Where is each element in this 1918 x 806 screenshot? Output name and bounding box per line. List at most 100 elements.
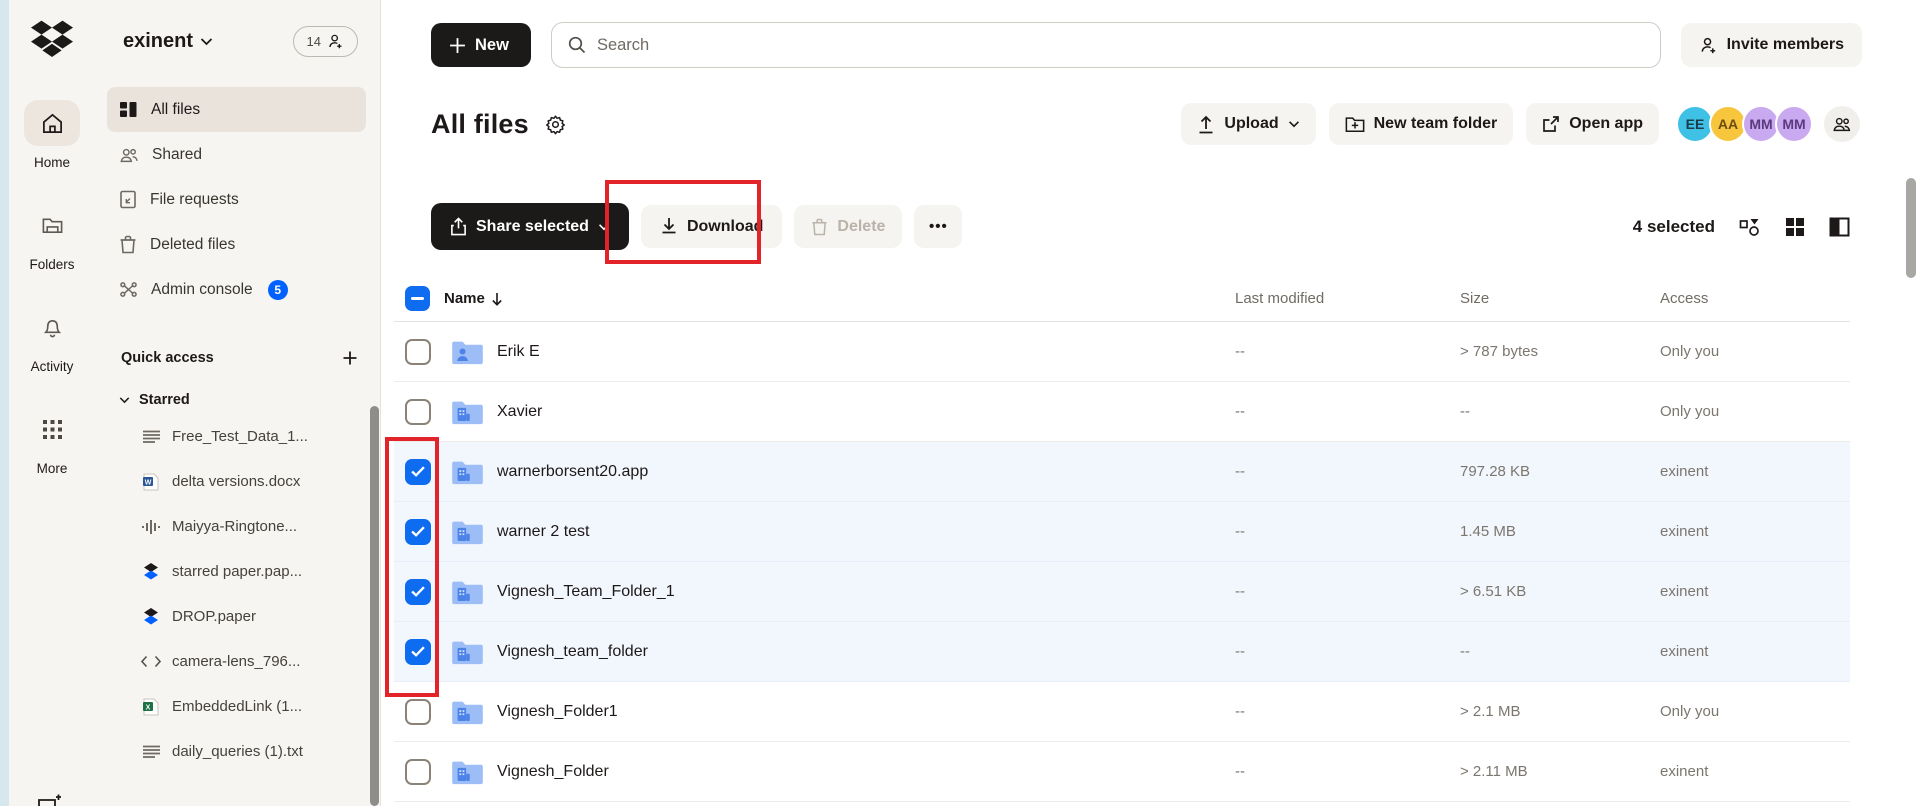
file-row[interactable]: warnerborsent20.app -- 797.28 KB exinent bbox=[394, 442, 1850, 502]
plus-icon bbox=[450, 37, 465, 53]
member-count-badge[interactable]: 14 bbox=[292, 26, 358, 57]
admin-console-badge: 5 bbox=[267, 279, 288, 300]
sidebar-item-label: Shared bbox=[152, 145, 202, 163]
upload-button[interactable]: Upload bbox=[1181, 103, 1316, 145]
starred-item-label: delta versions.docx bbox=[172, 473, 301, 490]
row-checkbox[interactable] bbox=[405, 518, 431, 545]
sort-arrow-down-icon bbox=[492, 292, 502, 306]
word-doc-icon: W bbox=[141, 473, 161, 491]
open-app-button[interactable]: Open app bbox=[1526, 103, 1659, 145]
starred-item[interactable]: Free_Test_Data_1... bbox=[95, 414, 380, 459]
row-checkbox[interactable] bbox=[405, 698, 431, 725]
chevron-down-icon bbox=[200, 38, 213, 46]
file-size: > 2.1 MB bbox=[1460, 703, 1521, 720]
file-name[interactable]: Vignesh_team_folder bbox=[494, 643, 1235, 661]
file-name[interactable]: Vignesh_Folder1 bbox=[494, 703, 1235, 721]
file-row[interactable]: Vignesh_Team_Folder_1 -- > 6.51 KB exine… bbox=[394, 562, 1850, 622]
add-quick-access-icon[interactable] bbox=[342, 350, 358, 366]
file-row[interactable]: Vignesh_Folder1 -- > 2.1 MB Only you bbox=[394, 682, 1850, 742]
row-checkbox[interactable] bbox=[405, 758, 431, 785]
quick-access-heading: Quick access bbox=[121, 350, 214, 366]
chevron-down-icon bbox=[119, 397, 130, 404]
sidebar-item-all-files[interactable]: All files bbox=[107, 87, 366, 132]
file-access: exinent bbox=[1660, 583, 1709, 600]
select-all-checkbox[interactable] bbox=[405, 286, 430, 311]
sidebar-item-label: All files bbox=[151, 100, 201, 118]
ellipsis-icon: ••• bbox=[929, 218, 948, 235]
column-header-name[interactable]: Name bbox=[438, 290, 1235, 307]
sidebar-item-shared[interactable]: Shared bbox=[107, 132, 366, 177]
workspace-switcher[interactable]: exinent bbox=[123, 30, 213, 53]
search-bar[interactable] bbox=[550, 22, 1661, 68]
delete-button[interactable]: Delete bbox=[794, 205, 903, 248]
share-selected-button[interactable]: Share selected bbox=[431, 203, 629, 250]
starred-item[interactable]: starred paper.pap... bbox=[95, 549, 380, 594]
folder-plus-icon bbox=[1345, 117, 1365, 133]
search-input[interactable] bbox=[596, 35, 1644, 55]
column-header-size[interactable]: Size bbox=[1460, 290, 1660, 307]
file-name[interactable]: Xavier bbox=[494, 403, 1235, 421]
rail-item-home[interactable]: Home bbox=[24, 100, 80, 170]
more-grid-icon bbox=[24, 406, 80, 452]
selected-count: 4 selected bbox=[1632, 216, 1715, 236]
rail-item-activity[interactable]: Activity bbox=[24, 304, 80, 374]
starred-item-label: camera-lens_796... bbox=[172, 653, 301, 670]
starred-item-label: Maiyya-Ringtone... bbox=[172, 518, 298, 535]
file-name[interactable]: Vignesh_Folder bbox=[494, 763, 1235, 781]
new-button[interactable]: New bbox=[431, 23, 531, 67]
invite-members-button[interactable]: Invite members bbox=[1680, 23, 1862, 67]
row-checkbox[interactable] bbox=[405, 458, 431, 485]
file-row[interactable]: Vignesh_Folder -- > 2.11 MB exinent bbox=[394, 742, 1850, 802]
starred-item[interactable]: X EmbeddedLink (1... bbox=[95, 684, 380, 729]
starred-item[interactable]: DROP.paper bbox=[95, 594, 380, 639]
trash-icon bbox=[120, 235, 136, 254]
file-name[interactable]: Vignesh_Team_Folder_1 bbox=[494, 583, 1235, 601]
more-actions-button[interactable]: ••• bbox=[914, 205, 963, 248]
sidebar-item-file-requests[interactable]: File requests bbox=[107, 177, 366, 222]
file-name[interactable]: warner 2 test bbox=[494, 523, 1235, 541]
sidebar-item-admin-console[interactable]: Admin console 5 bbox=[107, 267, 366, 312]
excel-file-icon: X bbox=[141, 698, 161, 716]
row-checkbox[interactable] bbox=[405, 338, 431, 365]
dropbox-logo[interactable] bbox=[31, 20, 73, 58]
download-button[interactable]: Download bbox=[640, 205, 783, 248]
avatar-stack: EE AA MM MM bbox=[1676, 105, 1813, 143]
table-body: Erik E -- > 787 bytes Only you Xavier --… bbox=[394, 322, 1850, 802]
admin-console-icon bbox=[120, 282, 137, 297]
team-folder-icon bbox=[451, 578, 494, 605]
manage-members-button[interactable] bbox=[1822, 104, 1862, 144]
avatar[interactable]: MM bbox=[1775, 105, 1813, 143]
split-view-icon[interactable] bbox=[1829, 217, 1850, 237]
file-name[interactable]: warnerborsent20.app bbox=[494, 463, 1235, 481]
column-header-access[interactable]: Access bbox=[1660, 290, 1850, 307]
sort-options-icon[interactable] bbox=[1739, 216, 1761, 237]
starred-item[interactable]: Maiyya-Ringtone... bbox=[95, 504, 380, 549]
main-scrollbar[interactable] bbox=[1906, 178, 1916, 278]
collapsed-tool-icon[interactable] bbox=[37, 792, 63, 806]
upload-icon bbox=[1199, 115, 1213, 133]
file-name[interactable]: Erik E bbox=[494, 343, 1235, 361]
file-last-modified: -- bbox=[1235, 523, 1245, 540]
new-team-folder-button[interactable]: New team folder bbox=[1328, 103, 1514, 145]
row-checkbox[interactable] bbox=[405, 578, 431, 605]
rail-item-folders[interactable]: Folders bbox=[24, 202, 80, 272]
sidebar-scrollbar[interactable] bbox=[370, 406, 379, 806]
starred-item[interactable]: camera-lens_796... bbox=[95, 639, 380, 684]
file-row[interactable]: warner 2 test -- 1.45 MB exinent bbox=[394, 502, 1850, 562]
gear-icon[interactable] bbox=[545, 114, 566, 135]
file-row[interactable]: Erik E -- > 787 bytes Only you bbox=[394, 322, 1850, 382]
row-checkbox[interactable] bbox=[405, 638, 431, 665]
row-checkbox[interactable] bbox=[405, 398, 431, 425]
sidebar-item-label: Deleted files bbox=[150, 235, 236, 253]
starred-section-toggle[interactable]: Starred bbox=[119, 392, 380, 408]
sidebar-item-deleted-files[interactable]: Deleted files bbox=[107, 222, 366, 267]
starred-item[interactable]: daily_queries (1).txt bbox=[95, 729, 380, 774]
team-folder-icon bbox=[451, 518, 494, 545]
rail-item-more[interactable]: More bbox=[24, 406, 80, 476]
starred-item[interactable]: W delta versions.docx bbox=[95, 459, 380, 504]
grid-view-icon[interactable] bbox=[1785, 217, 1805, 237]
file-row[interactable]: Vignesh_team_folder -- -- exinent bbox=[394, 622, 1850, 682]
file-row[interactable]: Xavier -- -- Only you bbox=[394, 382, 1850, 442]
person-plus-icon bbox=[329, 34, 342, 49]
column-header-modified[interactable]: Last modified bbox=[1235, 290, 1460, 307]
